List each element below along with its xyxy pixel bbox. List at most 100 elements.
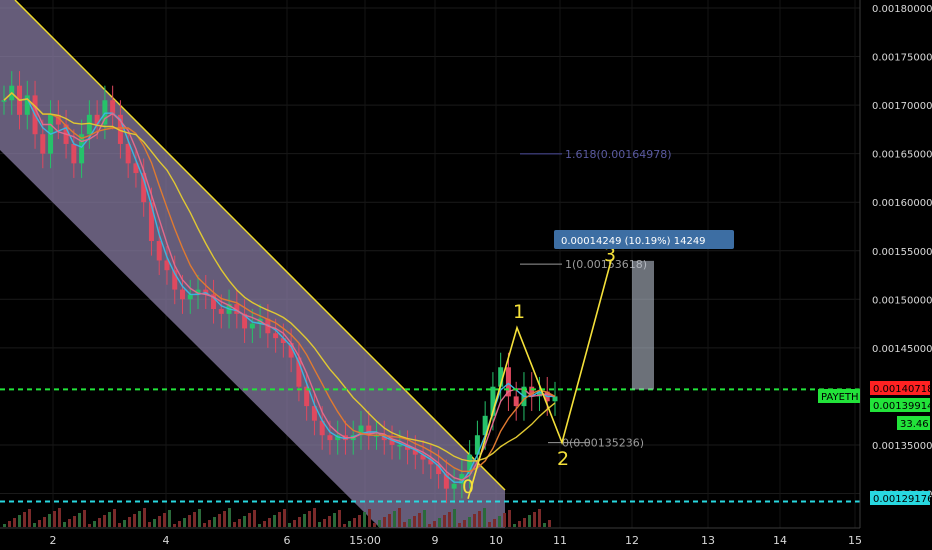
candle-body bbox=[148, 202, 154, 242]
volume-bar bbox=[248, 513, 251, 527]
volume-bar bbox=[498, 516, 501, 527]
volume-bar bbox=[78, 513, 81, 527]
volume-bar bbox=[543, 523, 546, 527]
y-tick-label: 0.00180000 bbox=[872, 4, 932, 15]
volume-bar bbox=[233, 522, 236, 527]
volume-bar bbox=[418, 513, 421, 527]
candle-body bbox=[40, 134, 46, 154]
x-tick-label: 9 bbox=[432, 534, 439, 547]
volume-bar bbox=[353, 518, 356, 527]
measure-tooltip-text: 0.00014249 (10.19%) 14249 bbox=[561, 236, 706, 247]
volume-bar bbox=[18, 515, 21, 527]
volume-bar bbox=[203, 523, 206, 527]
volume-bar bbox=[128, 517, 131, 527]
volume-bar bbox=[243, 516, 246, 527]
volume-bar bbox=[413, 516, 416, 527]
price-chart[interactable]: 1.618(0.00164978)1(0.00153618)0(0.001352… bbox=[0, 0, 932, 550]
volume-bar bbox=[338, 510, 341, 527]
volume-bar bbox=[318, 522, 321, 527]
volume-bar bbox=[193, 512, 196, 527]
volume-bar bbox=[443, 515, 446, 527]
y-tick-label: 0.00135000 bbox=[872, 441, 932, 452]
volume-bar bbox=[228, 508, 231, 527]
x-tick-label: 12 bbox=[625, 534, 639, 547]
candle-body bbox=[71, 143, 77, 164]
volume-bar bbox=[538, 509, 541, 527]
volume-bar bbox=[13, 518, 16, 527]
x-tick-label: 15 bbox=[848, 534, 862, 547]
volume-bar bbox=[343, 524, 346, 527]
volume-bar bbox=[448, 512, 451, 527]
wave-label: 1 bbox=[513, 301, 525, 323]
volume-bar bbox=[108, 512, 111, 527]
volume-bar bbox=[158, 516, 161, 527]
volume-bar bbox=[378, 520, 381, 527]
volume-bar bbox=[323, 519, 326, 527]
price-badge-text: 0.00140718 bbox=[873, 384, 932, 395]
fib-level-label: 0(0.00135236) bbox=[562, 437, 644, 450]
volume-bar bbox=[123, 520, 126, 527]
volume-bar bbox=[48, 514, 51, 527]
volume-bar bbox=[428, 524, 431, 527]
price-badge-text: 0.00139914 bbox=[873, 401, 932, 412]
volume-bar bbox=[93, 521, 96, 527]
volume-bar bbox=[258, 524, 261, 527]
x-tick-label: 14 bbox=[773, 534, 787, 547]
volume-bar bbox=[268, 518, 271, 527]
volume-bar bbox=[148, 522, 151, 527]
x-tick-label: 11 bbox=[553, 534, 567, 547]
volume-bar bbox=[208, 520, 211, 527]
volume-bar bbox=[548, 520, 551, 527]
volume-bar bbox=[238, 519, 241, 527]
volume-bar bbox=[368, 509, 371, 527]
volume-bar bbox=[468, 517, 471, 527]
volume-bar bbox=[423, 510, 426, 527]
volume-bar bbox=[533, 512, 536, 527]
x-tick-label: 13 bbox=[701, 534, 715, 547]
volume-bar bbox=[463, 520, 466, 527]
volume-bar bbox=[98, 518, 101, 527]
volume-bar bbox=[273, 515, 276, 527]
volume-bar bbox=[58, 508, 61, 527]
y-tick-label: 0.00175000 bbox=[872, 53, 932, 64]
volume-bar bbox=[168, 510, 171, 527]
volume-bar bbox=[3, 524, 6, 527]
volume-bar bbox=[363, 512, 366, 527]
volume-bar bbox=[53, 511, 56, 527]
volume-bar bbox=[388, 514, 391, 527]
price-badge-text: PAYETH bbox=[821, 392, 859, 403]
volume-bar bbox=[458, 523, 461, 527]
candle-body bbox=[327, 435, 333, 441]
volume-bar bbox=[218, 514, 221, 527]
volume-bar bbox=[513, 524, 516, 527]
measure-tooltip: 0.00014249 (10.19%) 14249 bbox=[554, 230, 734, 249]
volume-bar bbox=[473, 514, 476, 527]
y-tick-label: 0.00145000 bbox=[872, 344, 932, 355]
volume-bar bbox=[453, 509, 456, 527]
volume-bar bbox=[293, 520, 296, 527]
volume-bar bbox=[328, 516, 331, 527]
candle-body bbox=[156, 241, 162, 261]
volume-bar bbox=[143, 508, 146, 527]
candle-body bbox=[249, 323, 255, 329]
volume-bar bbox=[303, 514, 306, 527]
volume-bar bbox=[263, 521, 266, 527]
volume-bar bbox=[488, 522, 491, 527]
volume-bar bbox=[213, 517, 216, 527]
volume-bar bbox=[493, 519, 496, 527]
y-tick-label: 0.00170000 bbox=[872, 101, 932, 112]
wave-label: 2 bbox=[557, 448, 569, 470]
volume-bar bbox=[523, 518, 526, 527]
x-tick-label: 10 bbox=[489, 534, 503, 547]
volume-bar bbox=[398, 508, 401, 527]
volume-bar bbox=[33, 523, 36, 527]
volume-bar bbox=[118, 523, 121, 527]
volume-bar bbox=[183, 518, 186, 527]
measure-range-box[interactable] bbox=[632, 260, 654, 390]
y-tick-label: 0.00155000 bbox=[872, 247, 932, 258]
volume-bar bbox=[508, 510, 511, 527]
fib-level-label: 1.618(0.00164978) bbox=[565, 148, 672, 161]
volume-bar bbox=[408, 519, 411, 527]
volume-bar bbox=[518, 521, 521, 527]
candle-body bbox=[218, 309, 224, 314]
